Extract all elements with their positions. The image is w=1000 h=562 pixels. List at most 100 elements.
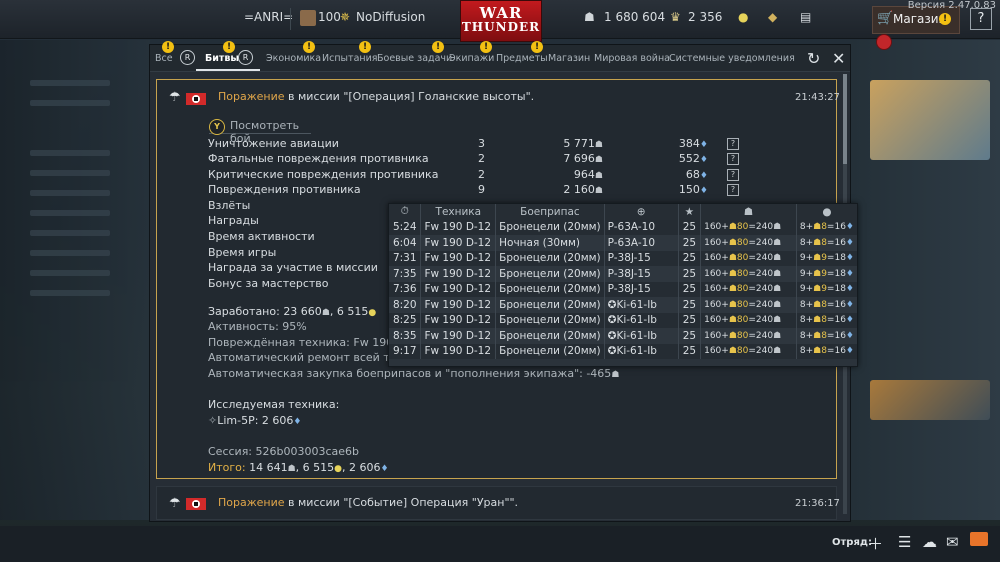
- active-tab-underline: [196, 69, 260, 71]
- silver-lions-count[interactable]: 1 680 604: [604, 10, 665, 24]
- lion-icon: ☗: [773, 299, 782, 310]
- chat-icon[interactable]: ✉: [946, 533, 959, 551]
- watch-replay-button[interactable]: Y Посмотреть бой: [209, 118, 311, 145]
- tab-battles[interactable]: Битвы: [205, 53, 239, 64]
- chest-icon[interactable]: ◆: [768, 10, 777, 24]
- version-label: Версия 2.47.0.83: [907, 0, 996, 11]
- tab-all-warning-icon: !: [162, 41, 174, 53]
- table-row: 8:35 Fw 190 D-12 Бронецели (20мм) ✪Ki-61-Ib…: [389, 328, 857, 344]
- tab-all[interactable]: Все: [155, 53, 173, 64]
- rp-icon: ♦: [845, 253, 854, 264]
- col-ammo: Боеприпас: [495, 204, 605, 220]
- tab-crews[interactable]: Экипажи: [449, 53, 494, 64]
- contacts-icon[interactable]: ☁: [922, 533, 937, 551]
- lion-icon: ☗: [773, 315, 782, 326]
- premium-icon: ☗: [728, 237, 737, 248]
- tab-system[interactable]: Системные уведомления: [669, 53, 795, 64]
- golden-eagles-count[interactable]: 2 356: [688, 10, 722, 24]
- premium-icon: ☗: [813, 253, 822, 264]
- tab-items[interactable]: Предметы: [496, 53, 548, 64]
- tab-economy[interactable]: Экономика: [266, 53, 321, 64]
- tab-items-warning-icon: !: [531, 41, 543, 53]
- rp-icon: ♦: [845, 268, 854, 279]
- table-row: 7:36 Fw 190 D-12 Бронецели (20мм) P-38J-15 2…: [389, 281, 857, 297]
- background-left-panel: [0, 40, 150, 520]
- table-row: 8:25 Fw 190 D-12 Бронецели (20мм) ✪Ki-61-Ib…: [389, 312, 857, 328]
- avatar[interactable]: [300, 10, 316, 26]
- premium-icon: ☗: [813, 284, 822, 295]
- message-time: 21:36:17: [795, 498, 840, 509]
- lion-icon: ☗: [773, 346, 782, 357]
- germany-flag-icon: [186, 93, 206, 105]
- lion-icon: ☗: [584, 10, 595, 24]
- lion-icon: ☗: [773, 268, 782, 279]
- war-thunder-logo[interactable]: WAR THUNDER: [460, 0, 542, 42]
- premium-icon: ☗: [728, 330, 737, 341]
- top-bar: =ANRI= 100 ✵ NoDiffusion WAR THUNDER ☗ 1…: [0, 0, 1000, 42]
- activity-text: Активность: 95%: [208, 320, 307, 333]
- message-title: Поражение в миссии "[Операция] Голанские…: [218, 90, 535, 103]
- info-icon[interactable]: ?: [727, 138, 739, 150]
- info-icon[interactable]: ?: [727, 169, 739, 181]
- r-badge-icon: R: [238, 50, 253, 65]
- tab-shop[interactable]: Магазин: [548, 53, 590, 64]
- table-row: 7:35 Fw 190 D-12 Бронецели (20мм) P-38J-15 2…: [389, 266, 857, 282]
- lion-icon: ☗: [594, 155, 603, 165]
- rank-star-icon: ✵: [340, 10, 351, 24]
- premium-icon: ☗: [728, 284, 737, 295]
- session-id: Сессия: 526b003003cae6b: [208, 445, 360, 458]
- help-button[interactable]: ?: [970, 8, 992, 30]
- lion-icon: ☗: [773, 284, 782, 295]
- tab-trials[interactable]: Испытания: [322, 53, 378, 64]
- lion-icon: ☗: [773, 330, 782, 341]
- table-row: 9:17 Fw 190 D-12 Бронецели (20мм) ✪Ki-61-Ib…: [389, 343, 857, 359]
- kills-detail-tooltip: ⏱ Техника Боеприпас ⊕ ★ ☗ ● 5:24 Fw 190 D…: [388, 203, 858, 367]
- tab-bar: Все ! R Битвы ! R Экономика ! Испытания …: [150, 41, 850, 72]
- premium-icon: ☗: [813, 222, 822, 233]
- tab-world-war[interactable]: Мировая война: [594, 53, 670, 64]
- lion-icon: ☗: [700, 204, 797, 220]
- bulb-icon[interactable]: ●: [738, 10, 748, 24]
- stat-row: Критические повреждения противника 2 964☗…: [208, 168, 768, 183]
- premium-icon: ☗: [728, 315, 737, 326]
- gamepad-y-icon: Y: [209, 119, 225, 135]
- star-icon: ★: [678, 204, 702, 220]
- lion-icon: ☗: [321, 308, 330, 318]
- tab-trials-warning-icon: !: [359, 41, 371, 53]
- info-icon[interactable]: ?: [727, 153, 739, 165]
- premium-icon: ☗: [813, 346, 822, 357]
- ge-icon: ●: [334, 464, 343, 474]
- plus-icon[interactable]: ＋: [868, 533, 883, 554]
- squadron-name[interactable]: NoDiffusion: [356, 10, 425, 24]
- ticket-icon[interactable]: ▤: [800, 10, 811, 24]
- premium-icon: ☗: [728, 299, 737, 310]
- bulb-icon: ●: [796, 204, 857, 220]
- scrollbar-thumb[interactable]: [843, 74, 847, 164]
- shop-warning-icon: !: [939, 13, 951, 25]
- list-icon[interactable]: ☰: [898, 533, 911, 551]
- crosshair-icon: ⊕: [604, 204, 679, 220]
- background-right-panel: [850, 40, 1000, 520]
- alert-icon[interactable]: [876, 34, 892, 50]
- tab-economy-warning-icon: !: [303, 41, 315, 53]
- reload-icon[interactable]: ↻: [807, 49, 820, 68]
- lion-icon: ☗: [594, 140, 603, 150]
- premium-icon: ☗: [813, 330, 822, 341]
- rp-icon: ♦: [845, 346, 854, 357]
- close-icon[interactable]: ✕: [832, 49, 845, 68]
- username[interactable]: =ANRI=: [244, 10, 293, 24]
- lion-icon: ☗: [773, 253, 782, 264]
- rp-icon: ♦: [699, 140, 708, 150]
- col-vehicle: Техника: [420, 204, 497, 220]
- damaged-vehicle-text: Повреждённая техника: Fw 190 D-1: [208, 336, 417, 349]
- stat-row: Повреждения противника 9 2 160☗ 150♦ ?: [208, 183, 768, 198]
- tab-battles-warning-icon: !: [223, 41, 235, 53]
- premium-icon: ☗: [813, 237, 822, 248]
- tab-battle-tasks[interactable]: Боевые задачи: [377, 53, 452, 64]
- eagle-icon: ♛: [670, 10, 681, 24]
- mail-icon[interactable]: [970, 532, 988, 546]
- premium-icon: ☗: [813, 299, 822, 310]
- auto-repair-text: Автоматический ремонт всей техни: [208, 351, 418, 364]
- rp-icon: ♦: [845, 330, 854, 341]
- info-icon[interactable]: ?: [727, 184, 739, 196]
